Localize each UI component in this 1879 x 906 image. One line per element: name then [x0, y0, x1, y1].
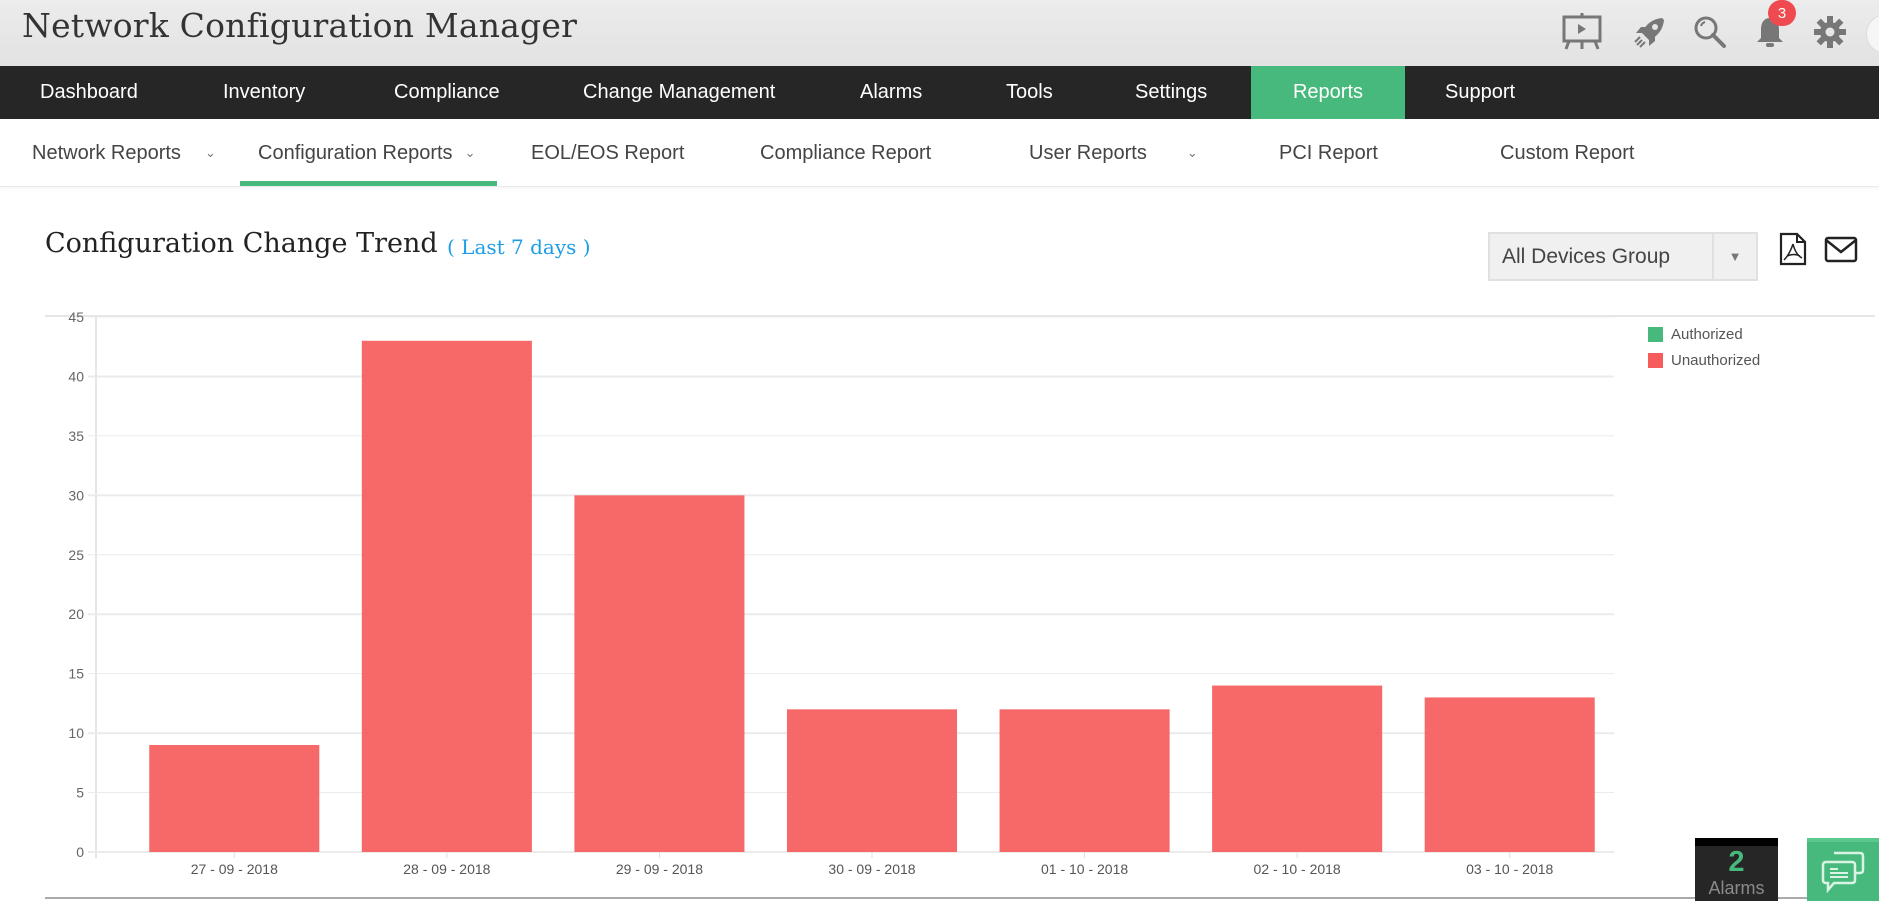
nav-compliance[interactable]: Compliance [394, 66, 500, 119]
search-icon[interactable] [1688, 10, 1732, 54]
bar-unauthorized[interactable] [574, 495, 745, 852]
subnav-label: PCI Report [1279, 141, 1378, 164]
legend-label: Unauthorized [1671, 351, 1761, 369]
nav-settings[interactable]: Settings [1135, 66, 1207, 119]
legend-swatch [1648, 352, 1663, 368]
avatar[interactable] [1866, 14, 1879, 54]
x-tick-label: 30 - 09 - 2018 [828, 861, 915, 877]
chevron-down-icon: ⌄ [1186, 145, 1198, 160]
pdf-export-icon[interactable] [1778, 232, 1812, 268]
subnav-label: Configuration Reports [258, 141, 453, 164]
y-tick-label: 40 [68, 368, 84, 384]
bar-unauthorized[interactable] [361, 340, 532, 852]
y-tick-label: 45 [68, 309, 84, 325]
legend-item-unauthorized[interactable]: Unauthorized [1648, 347, 1760, 373]
chart-container: 0 5 10 15 20 25 30 35 40 45 27 - 09 - 2018 28 - 09… [0, 300, 1879, 901]
active-subnav-indicator [240, 181, 497, 186]
subnav-configuration-reports[interactable]: Configuration Reports ⌄ [258, 119, 475, 187]
x-tick-label: 02 - 10 - 2018 [1254, 861, 1341, 877]
app-title: Network Configuration Manager [22, 6, 578, 45]
bar-unauthorized[interactable] [1424, 697, 1595, 852]
subnav-compliance-report[interactable]: Compliance Report [760, 119, 931, 187]
subnav-label: EOL/EOS Report [531, 141, 685, 164]
x-tick-label: 28 - 09 - 2018 [403, 861, 490, 877]
device-group-select[interactable]: All Devices Group ▼ [1488, 232, 1758, 281]
bar-chart: 0 5 10 15 20 25 30 35 40 45 27 - 09 - 2018 28 - 09… [45, 309, 1875, 877]
legend-item-authorized[interactable]: Authorized [1648, 321, 1760, 347]
subnav-label: Network Reports [32, 141, 181, 164]
subnav-label: User Reports [1029, 141, 1147, 164]
nav-alarms[interactable]: Alarms [860, 66, 922, 119]
nav-tools[interactable]: Tools [1006, 66, 1053, 119]
nav-dashboard[interactable]: Dashboard [40, 66, 138, 119]
subnav-label: Compliance Report [760, 141, 932, 164]
legend-label: Authorized [1671, 325, 1743, 343]
section-title: Configuration Change Trend [45, 228, 438, 259]
gear-icon[interactable] [1808, 10, 1852, 54]
bottom-divider [45, 897, 1879, 899]
period-link[interactable]: ( Last 7 days ) [447, 235, 591, 259]
email-icon[interactable] [1824, 236, 1858, 272]
alarm-label: Alarms [1708, 878, 1765, 898]
alarm-count: 2 [1728, 846, 1745, 878]
sub-nav: Network Reports ⌄ Configuration Reports … [0, 119, 1879, 187]
alarm-widget[interactable]: 2 Alarms [1695, 838, 1778, 901]
subnav-label: Custom Report [1500, 141, 1635, 164]
x-tick-label: 03 - 10 - 2018 [1466, 861, 1553, 877]
nav-support[interactable]: Support [1445, 66, 1515, 119]
bar-unauthorized[interactable] [786, 709, 958, 852]
app-header: Network Configuration Manager 3 [0, 0, 1879, 66]
x-tick-label: 27 - 09 - 2018 [191, 861, 278, 877]
y-tick-label: 10 [68, 725, 84, 741]
y-tick-label: 30 [68, 487, 84, 503]
bar-unauthorized[interactable] [1212, 685, 1383, 852]
device-group-value: All Devices Group [1490, 234, 1714, 279]
bar-unauthorized[interactable] [149, 745, 320, 852]
chevron-down-icon: ⌄ [204, 145, 216, 160]
rocket-icon[interactable] [1628, 10, 1672, 54]
chevron-down-icon: ⌄ [464, 145, 476, 160]
y-tick-label: 0 [76, 844, 84, 860]
y-tick-label: 25 [68, 547, 84, 563]
y-tick-label: 35 [68, 428, 84, 444]
presentation-icon[interactable] [1560, 10, 1604, 54]
chat-icon [1821, 851, 1865, 893]
subnav-eol-eos-report[interactable]: EOL/EOS Report [531, 119, 684, 187]
main-nav: Dashboard Inventory Compliance Change Ma… [0, 66, 1879, 119]
bar-unauthorized[interactable] [999, 709, 1170, 852]
subnav-user-reports[interactable]: User Reports ⌄ [1029, 119, 1198, 187]
notification-badge: 3 [1768, 0, 1796, 26]
y-tick-label: 15 [68, 666, 84, 682]
nav-change-management[interactable]: Change Management [583, 66, 775, 119]
chat-widget[interactable] [1807, 838, 1879, 901]
x-tick-label: 29 - 09 - 2018 [616, 861, 703, 877]
subnav-pci-report[interactable]: PCI Report [1279, 119, 1378, 187]
x-tick-label: 01 - 10 - 2018 [1041, 861, 1128, 877]
chart-legend: Authorized Unauthorized [1648, 321, 1760, 373]
subnav-custom-report[interactable]: Custom Report [1500, 119, 1635, 187]
caret-down-icon[interactable]: ▼ [1714, 234, 1756, 279]
subnav-network-reports[interactable]: Network Reports ⌄ [32, 119, 216, 187]
y-tick-label: 5 [76, 785, 84, 801]
nav-inventory[interactable]: Inventory [223, 66, 305, 119]
nav-reports[interactable]: Reports [1251, 66, 1405, 119]
y-tick-label: 20 [68, 606, 84, 622]
legend-swatch [1648, 326, 1663, 342]
